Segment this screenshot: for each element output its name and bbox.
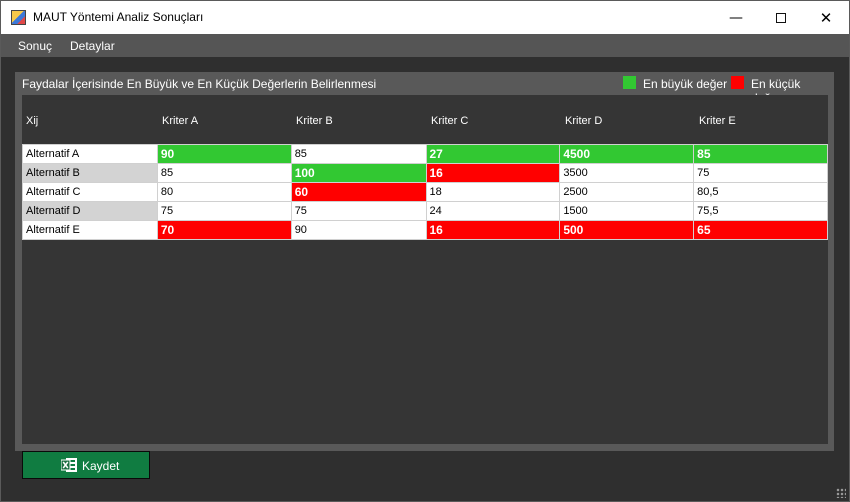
table-cell[interactable]: 24 [425,201,561,221]
close-icon: ✕ [819,8,833,27]
maximize-button[interactable] [758,1,804,34]
title-bar[interactable]: MAUT Yöntemi Analiz Sonuçları — ✕ [1,1,849,34]
table-cell[interactable]: 80 [156,182,292,202]
maximize-icon [776,12,786,23]
panel-title: Faydalar İçerisinde En Büyük ve En Küçük… [22,77,377,91]
row-header[interactable]: Alternatif E [22,220,158,240]
data-table: Alternatif A 90 85 27 4500 85 Alternatif B 85 10… [22,144,828,240]
column-header[interactable]: Kriter E [699,115,736,127]
column-header[interactable]: Kriter C [431,115,468,127]
table-row[interactable]: Alternatif B 85 100 16 3500 75 [22,163,828,183]
table-row[interactable]: Alternatif C 80 60 18 2500 80,5 [22,182,828,202]
table-cell[interactable]: 2500 [559,182,695,202]
table-cell[interactable]: 75,5 [693,201,828,221]
app-icon [11,10,26,25]
menu-item-sonuc[interactable]: Sonuç [18,39,52,53]
table-cell-min[interactable]: 60 [290,182,427,202]
table-cell-min[interactable]: 16 [425,163,561,183]
table-cell-max[interactable]: 27 [425,144,561,164]
main-content: Faydalar İçerisinde En Büyük ve En Küçük… [1,57,849,501]
table-cell-min[interactable]: 500 [559,220,695,240]
window-title: MAUT Yöntemi Analiz Sonuçları [33,10,204,24]
row-header[interactable]: Alternatif D [22,201,158,221]
minimize-icon: — [729,9,743,26]
menu-bar: Sonuç Detaylar [1,34,849,57]
table-cell-max[interactable]: 85 [693,144,828,164]
table-cell[interactable]: 90 [290,220,427,240]
table-cell[interactable]: 75 [290,201,427,221]
app-window: MAUT Yöntemi Analiz Sonuçları — ✕ Sonuç … [0,0,850,502]
results-grid[interactable]: Xij Kriter A Kriter B Kriter C Kriter D … [22,95,828,444]
legend-min-swatch [731,76,744,89]
legend-max-swatch [623,76,636,89]
table-cell[interactable]: 75 [156,201,292,221]
column-header[interactable]: Kriter A [162,115,198,127]
table-cell[interactable]: 1500 [559,201,695,221]
table-cell[interactable]: 85 [290,144,427,164]
table-cell-min[interactable]: 16 [425,220,561,240]
row-header[interactable]: Alternatif B [22,163,158,183]
table-cell[interactable]: 3500 [559,163,695,183]
table-cell-min[interactable]: 65 [693,220,828,240]
minimize-button[interactable]: — [713,1,759,34]
table-cell[interactable]: 85 [156,163,292,183]
table-row[interactable]: Alternatif A 90 85 27 4500 85 [22,144,828,164]
table-cell-min[interactable]: 70 [156,220,292,240]
legend-max-label: En büyük değer [643,77,728,91]
table-cell[interactable]: 18 [425,182,561,202]
table-row[interactable]: Alternatif E 70 90 16 500 65 [22,220,828,240]
save-button-label: Kaydet [82,459,120,473]
save-button[interactable]: Kaydet [22,451,150,479]
table-cell-max[interactable]: 90 [156,144,292,164]
table-cell-max[interactable]: 100 [290,163,427,183]
menu-item-detaylar[interactable]: Detaylar [70,39,115,53]
row-header[interactable]: Alternatif C [22,182,158,202]
corner-header: Xij [26,115,39,127]
table-row[interactable]: Alternatif D 75 75 24 1500 75,5 [22,201,828,221]
row-header[interactable]: Alternatif A [22,144,158,164]
column-header[interactable]: Kriter B [296,115,333,127]
results-panel: Faydalar İçerisinde En Büyük ve En Küçük… [15,72,834,451]
excel-icon [61,458,77,472]
table-cell-max[interactable]: 4500 [559,144,695,164]
close-button[interactable]: ✕ [803,1,849,34]
table-cell[interactable]: 75 [693,163,828,183]
resize-grip-icon[interactable] [836,488,846,498]
column-header[interactable]: Kriter D [565,115,602,127]
table-cell[interactable]: 80,5 [693,182,828,202]
